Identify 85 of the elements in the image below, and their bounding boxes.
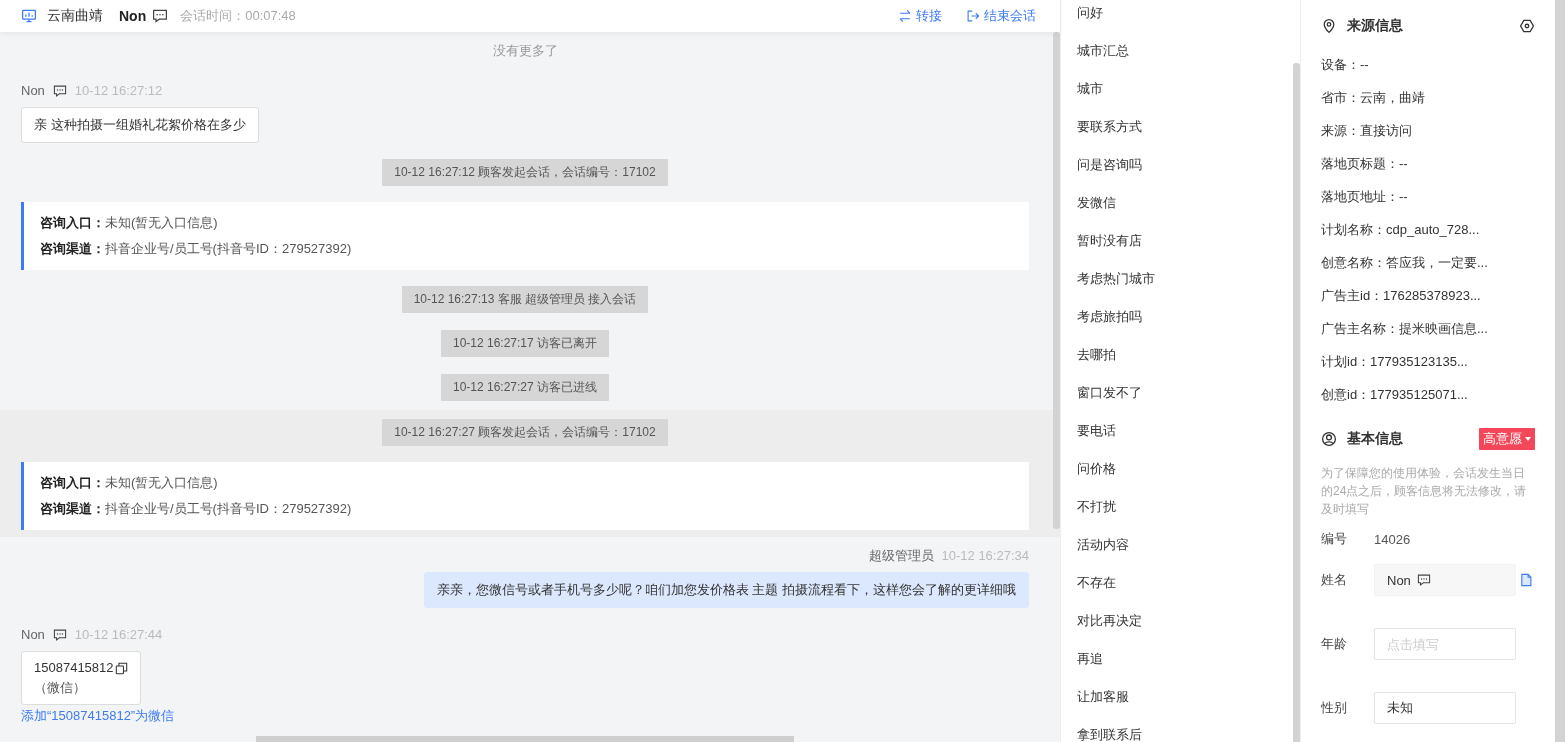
message-time: 10-12 16:27:34 [941, 547, 1029, 565]
message-bubble: 亲亲，您微信号或者手机号多少呢？咱们加您发价格表 主题 拍摄流程看下，这样您会了解的更详细哦 [423, 572, 1029, 608]
system-notice: 10-12 16:27:27 访客已进线 [440, 374, 610, 401]
source-info-row-text: 落地页标题：-- [1321, 155, 1409, 173]
source-info-row-text: 广告主名称：提米映画信息... [1321, 320, 1489, 338]
phone-number: 15087415812 [34, 659, 114, 677]
quick-reply-item[interactable]: 对比再决定 [1061, 602, 1291, 640]
quick-reply-item[interactable]: 不存在 [1061, 564, 1291, 602]
system-notice: 10-12 16:27:12 顾客发起会话，会话编号：17102 [382, 159, 668, 186]
sender-name: Non [21, 82, 45, 100]
settings-icon[interactable] [1519, 18, 1535, 34]
system-notice: 10-12 16:27:27 顾客发起会话，会话编号：17102 [382, 419, 668, 446]
field-label: 性别 [1321, 699, 1348, 717]
caret-icon [1525, 437, 1531, 441]
field-value: 14026 [1374, 531, 1411, 547]
user-circle-icon [1321, 431, 1337, 447]
chat-bubble-icon [52, 84, 67, 98]
monitor-icon [21, 8, 37, 24]
chat-bubble-icon [1416, 573, 1431, 587]
quick-reply-item[interactable]: 去哪拍 [1061, 336, 1291, 374]
quick-reply-item[interactable]: 考虑热门城市 [1061, 260, 1291, 298]
sender-name: Non [21, 626, 45, 644]
quick-reply-item[interactable]: 拿到联系后 [1061, 716, 1291, 742]
end-session-button[interactable]: 结束会话 [966, 7, 1036, 25]
source-info-row-text: 计划名称：cdp_auto_728... [1321, 221, 1481, 239]
quick-reply-item[interactable]: 要联系方式 [1061, 108, 1291, 146]
transfer-button[interactable]: 转接 [898, 7, 942, 25]
message-time: 10-12 16:27:44 [74, 626, 163, 644]
quick-reply-item[interactable]: 问价格 [1061, 450, 1291, 488]
quick-reply-item[interactable]: 暂时没有店 [1061, 222, 1291, 260]
system-notice: 10-12 16:27:13 客服 超级管理员 接入会话 [401, 286, 649, 313]
scrollbar[interactable] [1293, 63, 1300, 742]
section-title: 来源信息 [1347, 17, 1403, 35]
scrollbar[interactable] [256, 736, 794, 742]
name-field[interactable]: Non [1374, 564, 1516, 596]
session-duration: 会话时间：00:07:48 [180, 7, 296, 25]
entry-text: 咨询渠道：抖音企业号/员工号(抖音号ID：279527392) [40, 500, 353, 518]
input-field[interactable]: 未知 [1374, 692, 1516, 724]
chat-bubble-icon [52, 628, 67, 642]
source-info-row-text: 创意id：177935125071... [1321, 386, 1469, 404]
visitor-name: Non [119, 8, 147, 24]
source-info-row-text: 省市：云南，曲靖 [1321, 89, 1426, 107]
no-more-label: 没有更多了 [492, 43, 558, 58]
source-info-row-text: 创意名称：答应我，一定要... [1321, 254, 1489, 272]
entry-text: 咨询入口：未知(暂无入口信息) [40, 474, 219, 492]
system-notice: 10-12 16:27:17 访客已离开 [440, 330, 610, 357]
source-info-row-text: 来源：直接访问 [1321, 122, 1413, 140]
field-label: 编号 [1321, 530, 1348, 548]
message-bubble: 亲 这种拍摄一组婚礼花絮价格在多少 [21, 107, 259, 143]
quick-reply-item[interactable]: 再追 [1061, 640, 1291, 678]
quick-reply-item[interactable]: 让加客服 [1061, 678, 1291, 716]
source-info-row-text: 计划id：177935123135... [1321, 353, 1469, 371]
scrollbar[interactable] [1053, 32, 1060, 529]
message-time: 10-12 16:27:12 [74, 82, 163, 100]
quick-reply-item[interactable]: 不打扰 [1061, 488, 1291, 526]
section-title: 基本信息 [1347, 430, 1403, 448]
location-pin-icon [1321, 18, 1337, 34]
notice-text: 为了保障您的使用体验，会话发生当日的24点之后，顾客信息将无法修改，请及时填写 [1321, 465, 1528, 518]
entry-text: 咨询入口：未知(暂无入口信息) [40, 214, 219, 232]
location-label: 云南曲靖 [47, 7, 103, 25]
entry-text: 咨询渠道：抖音企业号/员工号(抖音号ID：279527392) [40, 240, 353, 258]
quick-reply-item[interactable]: 城市汇总 [1061, 32, 1291, 70]
contact-type: （微信） [34, 679, 87, 697]
quick-reply-item[interactable]: 窗口发不了 [1061, 374, 1291, 412]
source-info-row-text: 落地页地址：-- [1321, 188, 1409, 206]
scrollbar[interactable] [1555, 0, 1565, 742]
field-label: 年龄 [1321, 635, 1348, 653]
quick-reply-item[interactable]: 要电话 [1061, 412, 1291, 450]
quick-reply-item[interactable]: 发微信 [1061, 184, 1291, 222]
source-info-row-text: 设备：-- [1321, 56, 1370, 74]
swap-arrows-icon [898, 9, 912, 23]
copy-icon[interactable] [114, 661, 128, 675]
field-label: 姓名 [1321, 571, 1348, 589]
source-info-row-text: 广告主id：176285378923... [1321, 287, 1482, 305]
quick-reply-item[interactable]: 问是咨询吗 [1061, 146, 1291, 184]
quick-reply-item[interactable]: 城市 [1061, 70, 1291, 108]
chat-bubble-icon [152, 8, 169, 24]
intent-tag-dropdown[interactable]: 高意愿 [1479, 428, 1535, 450]
exit-icon [966, 9, 980, 23]
quick-reply-item[interactable]: 活动内容 [1061, 526, 1291, 564]
quick-reply-item[interactable]: 问好 [1061, 0, 1291, 32]
document-icon[interactable] [1519, 573, 1533, 587]
sender-name: 超级管理员 [868, 547, 934, 565]
add-wechat-link[interactable]: 添加“15087415812”为微信 [21, 707, 1029, 725]
quick-reply-item[interactable]: 考虑旅拍吗 [1061, 298, 1291, 336]
